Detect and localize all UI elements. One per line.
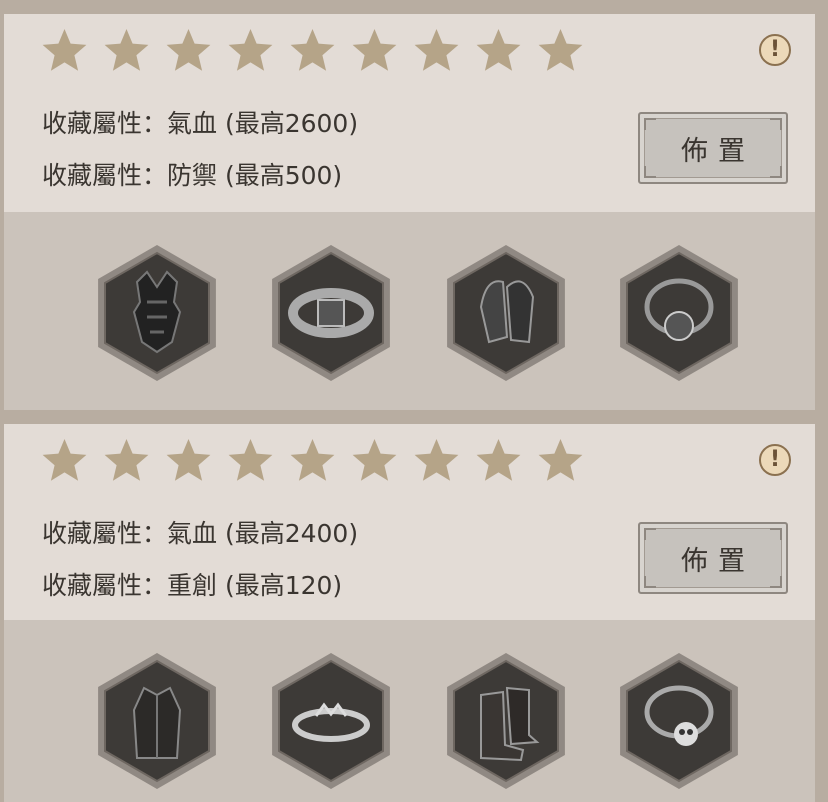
- attribute-line-1: 收藏屬性：氣血 (最高2600): [42, 109, 359, 138]
- star-icon: [102, 436, 151, 485]
- star-rating: [40, 436, 585, 485]
- star-rating: [40, 26, 585, 75]
- item-slots-area: [4, 620, 815, 802]
- card-header: ! 收藏屬性：氣血 (最高2400) 收藏屬性：重創 (最高120) 佈置: [4, 424, 815, 620]
- collection-card-1: ! 收藏屬性：氣血 (最高2600) 收藏屬性：防禦 (最高500) 佈置: [4, 14, 815, 410]
- star-icon: [102, 26, 151, 75]
- robe-item-icon: [132, 686, 182, 759]
- star-icon: [288, 436, 337, 485]
- collection-card-2: ! 收藏屬性：氣血 (最高2400) 收藏屬性：重創 (最高120) 佈置: [4, 424, 815, 802]
- star-icon: [226, 26, 275, 75]
- card-header: ! 收藏屬性：氣血 (最高2600) 收藏屬性：防禦 (最高500) 佈置: [4, 14, 815, 212]
- deploy-button-label: 佈置: [681, 135, 755, 167]
- item-slots-area: [4, 212, 815, 410]
- deploy-button[interactable]: 佈置: [638, 522, 788, 594]
- star-icon: [164, 436, 213, 485]
- star-icon: [474, 436, 523, 485]
- attribute-line-2: 收藏屬性：重創 (最高120): [42, 571, 343, 600]
- star-icon: [164, 26, 213, 75]
- item-slot[interactable]: [92, 650, 222, 792]
- item-slot[interactable]: [92, 242, 222, 384]
- item-slot[interactable]: [614, 242, 744, 384]
- star-icon: [536, 436, 585, 485]
- star-icon: [412, 26, 461, 75]
- info-icon[interactable]: !: [759, 444, 791, 476]
- corner-ornament: [770, 118, 782, 130]
- corner-ornament: [644, 166, 656, 178]
- star-icon: [288, 26, 337, 75]
- corner-ornament: [770, 166, 782, 178]
- star-icon: [40, 436, 89, 485]
- item-slot[interactable]: [266, 242, 396, 384]
- item-slot[interactable]: [614, 650, 744, 792]
- corner-ornament: [644, 576, 656, 588]
- attribute-line-1: 收藏屬性：氣血 (最高2400): [42, 519, 359, 548]
- deploy-button[interactable]: 佈置: [638, 112, 788, 184]
- item-slot[interactable]: [441, 242, 571, 384]
- star-icon: [536, 26, 585, 75]
- star-icon: [350, 26, 399, 75]
- star-icon: [412, 436, 461, 485]
- star-icon: [40, 26, 89, 75]
- corner-ornament: [770, 576, 782, 588]
- info-icon[interactable]: !: [759, 34, 791, 66]
- corner-ornament: [644, 528, 656, 540]
- corner-ornament: [770, 528, 782, 540]
- corner-ornament: [644, 118, 656, 130]
- star-icon: [350, 436, 399, 485]
- deploy-button-label: 佈置: [681, 545, 755, 577]
- item-slot[interactable]: [266, 650, 396, 792]
- star-icon: [226, 436, 275, 485]
- item-slot[interactable]: [441, 650, 571, 792]
- attribute-line-2: 收藏屬性：防禦 (最高500): [42, 161, 343, 190]
- star-icon: [474, 26, 523, 75]
